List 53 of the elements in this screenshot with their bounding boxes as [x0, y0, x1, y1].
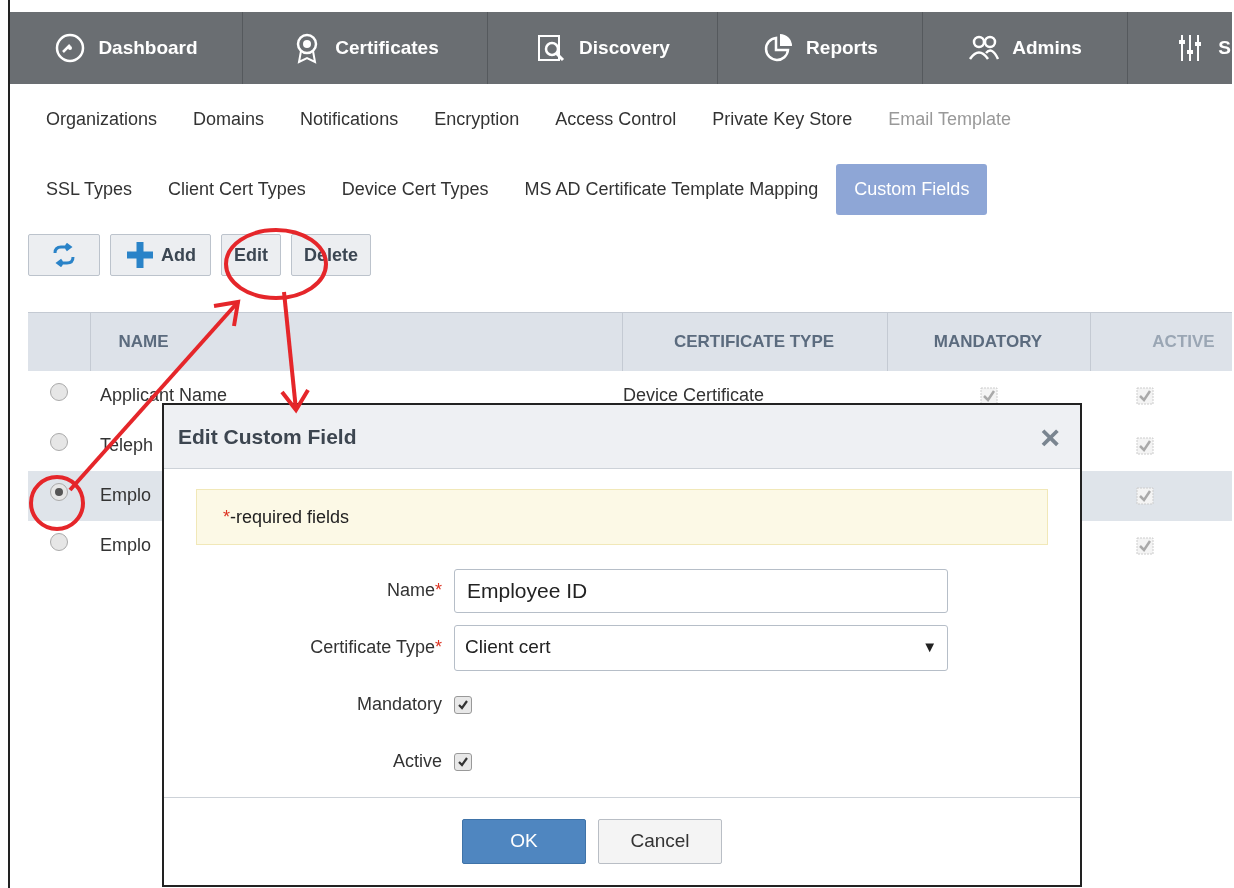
settings-tab[interactable]: SSL Types: [28, 163, 151, 215]
radio-button[interactable]: [50, 533, 68, 551]
name-input-field[interactable]: Employee ID: [454, 568, 948, 613]
table-cell: Emplo: [100, 535, 152, 555]
nav-tab[interactable]: S: [1128, 12, 1232, 84]
table-cell: Device Certificate: [623, 385, 765, 405]
annotation-circle: [29, 475, 85, 531]
plus-icon: [125, 240, 155, 270]
column-header: CERTIFICATE TYPE: [622, 312, 887, 371]
table-cell: Emplo: [100, 485, 152, 505]
pie-chart-icon: [762, 32, 795, 64]
settings-tab[interactable]: Device Cert Types: [323, 163, 507, 215]
nav-tab[interactable]: Discovery: [488, 12, 718, 84]
gauge-icon: [54, 32, 87, 64]
settings-tab[interactable]: MS AD Certificate Template Mapping: [506, 163, 837, 215]
dialog-title: Edit Custom Field: [178, 423, 357, 450]
column-header: NAME: [90, 312, 622, 371]
toolbar-button[interactable]: Edit: [221, 234, 281, 276]
radio-button[interactable]: [50, 483, 68, 501]
field-label: Certificate Type: [310, 637, 435, 657]
field-label: Active: [392, 751, 442, 771]
settings-tab[interactable]: Notifications: [282, 93, 417, 145]
nav-tab[interactable]: Certificates: [243, 12, 488, 84]
field-label: Mandatory: [356, 694, 442, 714]
required-asterisk: *: [435, 580, 442, 600]
settings-tab[interactable]: Encryption: [416, 93, 538, 145]
field-label: Name: [386, 580, 435, 600]
radio-button[interactable]: [50, 433, 68, 451]
nav-tab[interactable]: Reports: [718, 12, 923, 84]
checkbox[interactable]: [454, 695, 472, 714]
checkmark-icon: [457, 755, 469, 768]
required-asterisk: *: [223, 505, 230, 529]
certificate-type-dropdown[interactable]: Client cert ▼: [454, 624, 948, 671]
header-cell: [28, 312, 90, 371]
settings-tab[interactable]: Organizations: [28, 93, 176, 145]
checkbox[interactable]: [454, 752, 472, 771]
refresh-icon: [51, 243, 77, 267]
nav-tab[interactable]: Admins: [923, 12, 1128, 84]
settings-tab[interactable]: Private Key Store: [694, 93, 871, 145]
refresh-button[interactable]: [28, 234, 100, 276]
cancel-button[interactable]: Cancel: [598, 819, 722, 864]
required-asterisk: *: [435, 637, 442, 657]
checkmark-icon: [457, 698, 469, 711]
settings-tab[interactable]: Client Cert Types: [150, 163, 324, 215]
ok-button[interactable]: OK: [462, 819, 586, 864]
column-header: MANDATORY: [887, 312, 1090, 371]
column-header: ACTIVE: [1090, 312, 1232, 371]
settings-tab[interactable]: Domains: [175, 93, 283, 145]
settings-tab[interactable]: Access Control: [537, 93, 695, 145]
nav-tab[interactable]: Dashboard: [10, 12, 243, 84]
add-button[interactable]: Add: [110, 234, 211, 276]
radio-button[interactable]: [50, 383, 68, 401]
notice-text: -required fields: [230, 505, 350, 529]
